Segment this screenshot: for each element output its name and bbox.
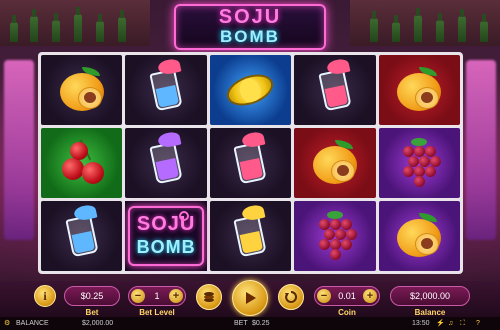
status-bet-value: 0.25: [255, 320, 270, 327]
balance-value: 2,000.00: [414, 291, 451, 301]
coin-minus-button[interactable]: −: [317, 289, 331, 303]
symbol-peach: [378, 55, 460, 125]
coins-button[interactable]: [196, 284, 222, 310]
status-bet-label: BET: [234, 320, 248, 327]
logo-text-bomb: BOMB: [220, 27, 280, 46]
symbol-peach: [294, 128, 376, 198]
autoplay-button[interactable]: [278, 284, 304, 310]
symbol-glass-yellow: [209, 201, 292, 271]
status-bet: $0.25: [252, 320, 270, 327]
bet-level-plus-button[interactable]: +: [169, 289, 183, 303]
symbol-grapes: [294, 201, 376, 271]
logo-text-soju: SOJU: [218, 6, 282, 28]
bet-level-minus-button[interactable]: −: [131, 289, 145, 303]
neon-light-left: [4, 60, 34, 240]
symbol-grapes: [378, 128, 460, 198]
game-logo: SOJU BOMB: [174, 4, 326, 50]
symbol-starfruit: [209, 55, 292, 125]
control-bar: i $0.25 Bet 1 − + Bet Level 0.01 − + Coi…: [0, 280, 500, 317]
symbol-glass-blue: [41, 201, 123, 271]
spin-button[interactable]: [232, 280, 268, 316]
neon-light-right: [466, 60, 496, 240]
speaker-icon[interactable]: ♫: [448, 317, 453, 330]
game-screen: SOJU BOMB SOJU BOMB i $0.25 Bet 1 − + Be…: [0, 0, 500, 330]
play-icon: [246, 292, 256, 304]
status-bar: ⚙ BALANCE $2,000.00 BET $0.25 13:50 ⚡ ♫ …: [0, 317, 500, 330]
bar-shelf-right: [350, 0, 500, 46]
coins-icon: [204, 292, 214, 302]
fullscreen-icon[interactable]: ⛶: [460, 317, 465, 330]
bet-level-label: Bet Level: [139, 308, 175, 317]
bar-shelf-left: [0, 0, 150, 46]
symbol-glass-pink: [294, 55, 376, 125]
bet-value: 0.25: [85, 291, 104, 301]
info-button[interactable]: i: [34, 285, 56, 307]
reel-grid: SOJU BOMB: [38, 52, 463, 274]
status-balance-value: 2,000.00: [85, 320, 114, 327]
symbol-glass-purple: [125, 128, 207, 198]
coin-label: Coin: [338, 308, 356, 317]
balance-label: Balance: [414, 308, 446, 317]
status-balance-label: BALANCE: [16, 320, 49, 327]
coin-plus-button[interactable]: +: [363, 289, 377, 303]
wild-text-bomb: BOMB: [136, 237, 196, 257]
bet-label: Bet: [85, 308, 99, 317]
info-icon: i: [43, 288, 47, 303]
lightning-icon[interactable]: ⚡: [436, 317, 445, 330]
autoplay-icon: [285, 290, 298, 303]
symbol-cherries: [41, 128, 123, 198]
status-time: 13:50: [412, 320, 430, 327]
symbol-glass-pink: [209, 128, 292, 198]
balance-display: $2,000.00: [390, 286, 470, 306]
bet-level-value: 1: [154, 291, 160, 301]
coin-value: 0.01: [338, 291, 356, 301]
symbol-peach: [378, 201, 460, 271]
wild-text-soju: SOJU: [136, 213, 196, 235]
symbol-wild-soju-bomb: SOJU BOMB: [125, 201, 207, 271]
settings-gear-icon[interactable]: ⚙: [4, 317, 10, 330]
symbol-glass-blue: [125, 55, 207, 125]
help-icon[interactable]: ?: [476, 317, 480, 330]
status-balance: $2,000.00: [82, 320, 114, 327]
symbol-peach: [41, 55, 123, 125]
bet-display: $0.25: [64, 286, 120, 306]
